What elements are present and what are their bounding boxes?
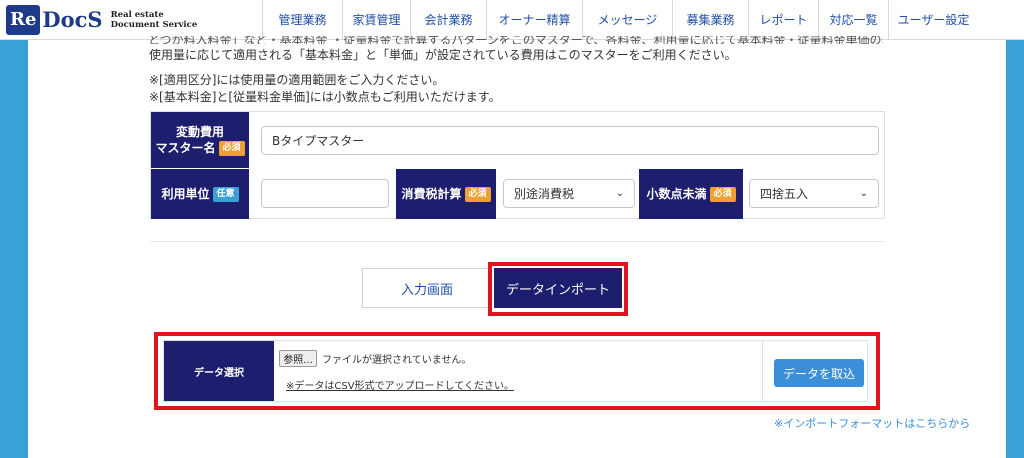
- optional-badge: 任意: [212, 187, 239, 202]
- master-name-label-2: マスター名: [155, 141, 216, 155]
- nav-recruitment[interactable]: 募集業務: [672, 0, 748, 39]
- master-name-label-1: 変動費用: [175, 125, 224, 139]
- nav-rent[interactable]: 家賃管理: [342, 0, 410, 39]
- nav-user-settings[interactable]: ユーザー設定: [888, 0, 978, 39]
- unit-input[interactable]: [261, 179, 389, 208]
- unit-header: 利用単位 任意: [151, 169, 249, 219]
- highlight-box-tab: [488, 262, 628, 316]
- tab-input-screen[interactable]: 入力画面: [362, 268, 492, 308]
- highlight-box-import: [154, 332, 880, 410]
- unit-label: 利用単位: [161, 187, 210, 201]
- note-decimals: ※[基本料金]と[従量料金単価]には小数点もご利用いただけます。: [149, 90, 501, 104]
- nav-management[interactable]: 管理業務: [262, 0, 342, 39]
- master-form-table: 変動費用 マスター名 必須 Bタイプマスター 利用単位 任意 消費税計算 必須 別途消…: [150, 111, 885, 219]
- chevron-down-icon: ⌄: [615, 188, 624, 199]
- master-name-header: 変動費用 マスター名 必須: [151, 112, 249, 168]
- logo-re-mark: Re: [6, 4, 41, 35]
- tax-select[interactable]: 別途消費税 ⌄: [503, 179, 635, 208]
- top-header: Re DocS Real estate Document Service 管理業…: [0, 0, 1024, 40]
- nav-responses[interactable]: 対応一覧: [818, 0, 888, 39]
- app-logo[interactable]: Re DocS Real estate Document Service: [0, 0, 262, 39]
- decimal-select-value: 四捨五入: [760, 187, 809, 201]
- chevron-down-icon: ⌄: [859, 188, 868, 199]
- logo-docs-text: DocS: [42, 7, 103, 32]
- required-badge: 必須: [709, 187, 736, 202]
- note-applied-range: ※[適用区分]には使用量の適用範囲をご入力ください。: [149, 73, 445, 87]
- main-nav: 管理業務 家賃管理 会計業務 オーナー精算 メッセージ 募集業務 レポート 対応…: [262, 0, 1024, 39]
- logo-tagline: Real estate Document Service: [111, 10, 198, 30]
- nav-accounting[interactable]: 会計業務: [410, 0, 486, 39]
- nav-owner-settlement[interactable]: オーナー精算: [486, 0, 582, 39]
- required-badge: 必須: [464, 187, 491, 202]
- import-format-link[interactable]: ※インポートフォーマットはこちらから: [774, 415, 970, 431]
- logo-tagline-line1: Real estate: [110, 9, 164, 20]
- tax-select-value: 別途消費税: [514, 187, 575, 201]
- decimal-header: 小数点未満 必須: [639, 169, 743, 219]
- decimal-label: 小数点未満: [646, 187, 707, 201]
- intro-truncated-line: とつか料入料金」など・基本料金 ・従量料金で計算するパターンをこのマスターで、各…: [148, 36, 883, 44]
- tax-header: 消費税計算 必須: [396, 169, 496, 219]
- required-badge: 必須: [218, 141, 245, 156]
- nav-messages[interactable]: メッセージ: [582, 0, 672, 39]
- nav-reports[interactable]: レポート: [748, 0, 818, 39]
- master-name-input[interactable]: Bタイプマスター: [261, 126, 879, 155]
- main-panel: とつか料入料金」など・基本料金 ・従量料金で計算するパターンをこのマスターで、各…: [28, 36, 1006, 458]
- tax-label: 消費税計算: [401, 187, 462, 201]
- decimal-select[interactable]: 四捨五入 ⌄: [749, 179, 879, 208]
- logo-tagline-line2: Document Service: [110, 19, 198, 30]
- section-divider: [150, 241, 885, 242]
- intro-line: 使用量に応じて適用される「基本料金」と「単価」が設定されている費用はこのマスター…: [149, 48, 737, 62]
